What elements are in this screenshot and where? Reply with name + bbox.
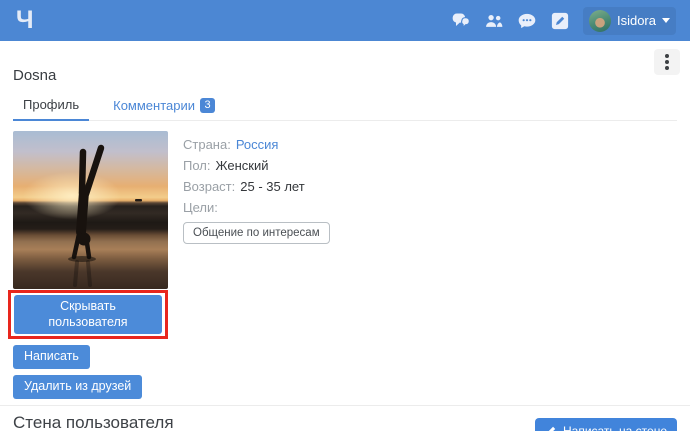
profile-photo[interactable] (13, 131, 168, 289)
profile-info: Страна: Россия Пол: Женский Возраст: 25 - 3… (183, 131, 330, 399)
tab-profile[interactable]: Профиль (13, 93, 89, 121)
hide-user-button[interactable]: Скрывать пользователя (14, 295, 162, 334)
wall-header: Стена пользователя Написать на стене (13, 411, 677, 431)
comments-icon[interactable] (517, 11, 537, 31)
country-label: Страна: (183, 137, 231, 152)
goals-label: Цели: (183, 200, 218, 215)
profile-section: Скрывать пользователя Написать Удалить и… (13, 131, 677, 399)
friends-icon[interactable] (484, 11, 504, 31)
page-options-button[interactable] (654, 49, 680, 75)
kebab-menu-icon (665, 54, 669, 58)
remove-friend-button[interactable]: Удалить из друзей (13, 375, 142, 399)
user-menu[interactable]: Isidora (583, 7, 676, 35)
comments-count-badge: 3 (200, 98, 215, 113)
chevron-down-icon (662, 18, 670, 23)
compose-icon[interactable] (550, 11, 570, 31)
info-row-gender: Пол: Женский (183, 155, 330, 176)
section-divider (0, 405, 690, 406)
profile-page: Dosna Профиль Комментарии 3 (0, 41, 690, 431)
tab-profile-label: Профиль (23, 97, 79, 112)
info-row-age: Возраст: 25 - 35 лет (183, 176, 330, 197)
tab-comments[interactable]: Комментарии 3 (103, 93, 225, 120)
profile-tabs: Профиль Комментарии 3 (13, 93, 677, 121)
write-on-wall-button[interactable]: Написать на стене (535, 418, 677, 431)
age-label: Возраст: (183, 179, 235, 194)
profile-photo-column: Скрывать пользователя Написать Удалить и… (13, 131, 168, 399)
wall-section: Стена пользователя Написать на стене Нет… (13, 411, 677, 431)
app-logo[interactable]: Ч (16, 8, 34, 33)
gender-label: Пол: (183, 158, 211, 173)
chats-icon[interactable] (451, 11, 471, 31)
write-message-button[interactable]: Написать (13, 345, 90, 369)
country-link[interactable]: Россия (236, 137, 279, 152)
page-title: Dosna (13, 41, 677, 84)
age-value: 25 - 35 лет (240, 179, 304, 194)
wall-title: Стена пользователя (13, 411, 174, 431)
tab-comments-label: Комментарии (113, 98, 195, 113)
top-navigation-bar: Ч (0, 0, 690, 41)
pencil-icon (545, 425, 557, 431)
handstand-silhouette (13, 131, 168, 289)
topbar-actions: Isidora (451, 7, 676, 35)
gender-value: Женский (216, 158, 269, 173)
info-row-goals: Цели: (183, 197, 330, 218)
write-on-wall-label: Написать на стене (563, 424, 667, 431)
user-name: Isidora (617, 13, 656, 28)
goal-tag: Общение по интересам (183, 222, 330, 244)
info-row-country: Страна: Россия (183, 134, 330, 155)
annotation-highlight-red-box: Скрывать пользователя (8, 290, 168, 339)
user-avatar (589, 10, 611, 32)
